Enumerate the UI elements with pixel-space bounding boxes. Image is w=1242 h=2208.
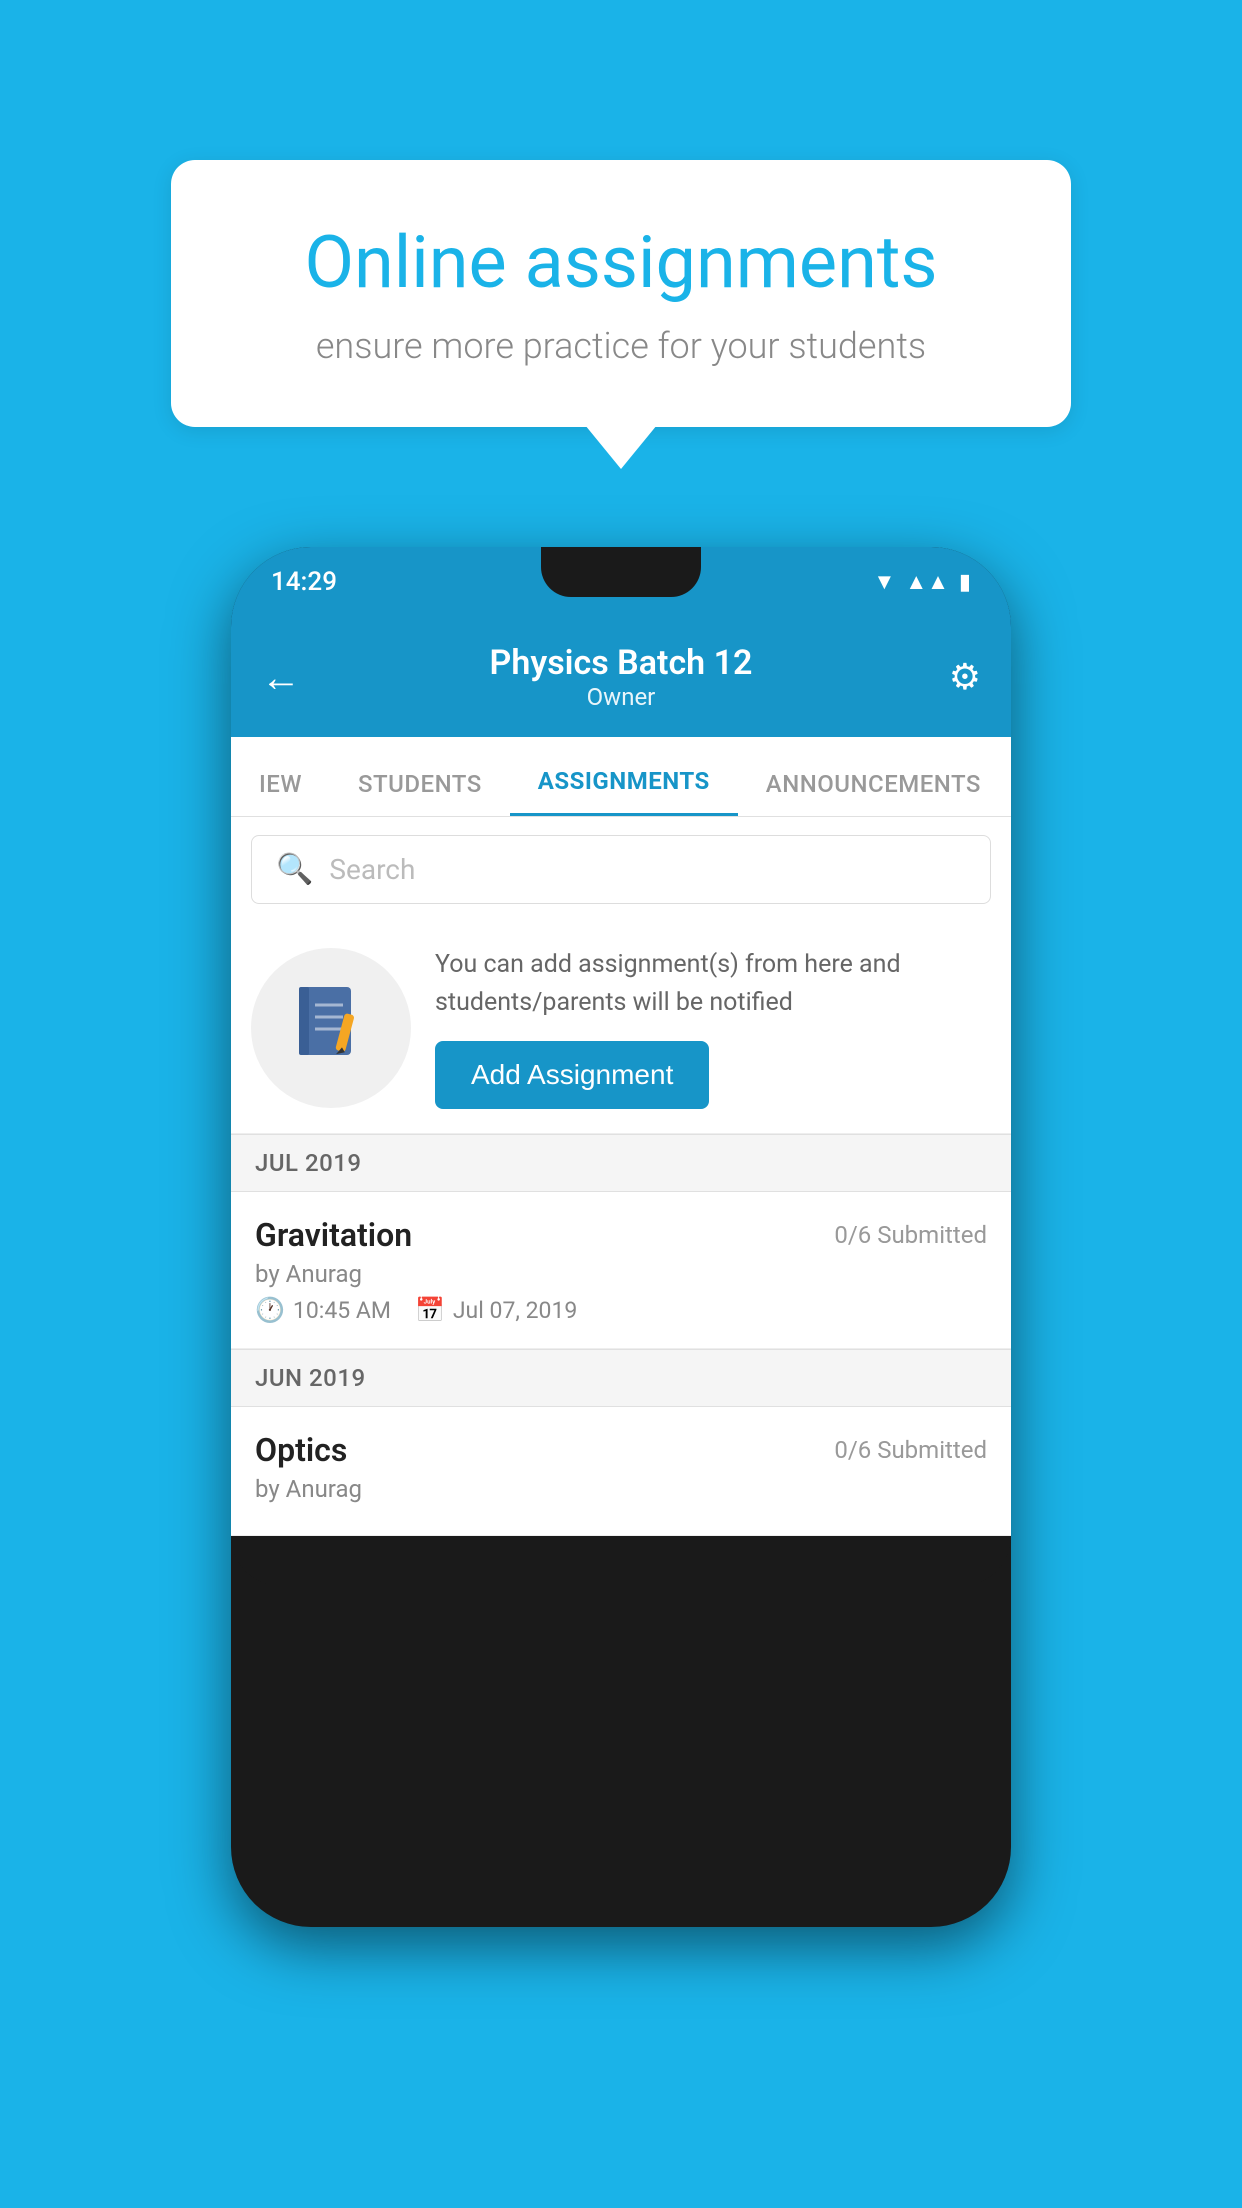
batch-subtitle: Owner xyxy=(490,683,753,711)
tab-assignments[interactable]: ASSIGNMENTS xyxy=(510,767,738,816)
notebook-icon xyxy=(291,983,371,1073)
battery-icon: ▮ xyxy=(959,570,971,595)
status-bar: 14:29 ▼ ▲▲ ▮ xyxy=(231,547,1011,617)
assignment-submitted-optics: 0/6 Submitted xyxy=(834,1436,987,1464)
promo-text-block: You can add assignment(s) from here and … xyxy=(435,946,991,1109)
tab-students[interactable]: STUDENTS xyxy=(330,770,510,816)
tab-announcements[interactable]: ANNOUNCEMENTS xyxy=(738,770,1009,816)
header-title-block: Physics Batch 12 Owner xyxy=(490,643,753,711)
phone-bottom xyxy=(231,1536,1011,1586)
search-icon: 🔍 xyxy=(276,852,313,887)
search-input-wrap[interactable]: 🔍 Search xyxy=(251,835,991,904)
phone-frame: 14:29 ▼ ▲▲ ▮ ← Physics Batch 12 Owner ⚙ … xyxy=(231,547,1011,1927)
assignment-author: by Anurag xyxy=(255,1260,987,1288)
assignment-item-gravitation[interactable]: Gravitation 0/6 Submitted by Anurag 🕐 10… xyxy=(231,1192,1011,1349)
assignment-title: Gravitation xyxy=(255,1216,412,1254)
month-separator-jul: JUL 2019 xyxy=(231,1134,1011,1192)
assignment-time: 🕐 10:45 AM xyxy=(255,1296,391,1324)
app-header: ← Physics Batch 12 Owner ⚙ xyxy=(231,617,1011,737)
assignment-submitted: 0/6 Submitted xyxy=(834,1221,987,1249)
clock-icon: 🕐 xyxy=(255,1296,285,1324)
tabs-bar: IEW STUDENTS ASSIGNMENTS ANNOUNCEMENTS xyxy=(231,737,1011,817)
speech-bubble-card: Online assignments ensure more practice … xyxy=(171,160,1071,427)
time-value: 10:45 AM xyxy=(293,1297,391,1324)
promo-description: You can add assignment(s) from here and … xyxy=(435,946,991,1021)
assignment-meta: 🕐 10:45 AM 📅 Jul 07, 2019 xyxy=(255,1296,987,1324)
signal-icon: ▲▲ xyxy=(905,569,949,595)
assignment-top-row: Gravitation 0/6 Submitted xyxy=(255,1216,987,1254)
phone-screen: IEW STUDENTS ASSIGNMENTS ANNOUNCEMENTS 🔍… xyxy=(231,737,1011,1536)
status-time: 14:29 xyxy=(271,567,337,597)
tab-iew[interactable]: IEW xyxy=(231,770,330,816)
assignment-top-row-optics: Optics 0/6 Submitted xyxy=(255,1431,987,1469)
phone-wrapper: 14:29 ▼ ▲▲ ▮ ← Physics Batch 12 Owner ⚙ … xyxy=(231,547,1011,1927)
bubble-subtitle: ensure more practice for your students xyxy=(241,325,1001,367)
date-value: Jul 07, 2019 xyxy=(453,1297,577,1324)
calendar-icon: 📅 xyxy=(415,1296,445,1324)
batch-title: Physics Batch 12 xyxy=(490,643,753,683)
status-icons: ▼ ▲▲ ▮ xyxy=(874,569,971,595)
assignment-title-optics: Optics xyxy=(255,1431,347,1469)
back-button[interactable]: ← xyxy=(261,654,301,701)
wifi-icon: ▼ xyxy=(874,569,896,595)
assignment-date: 📅 Jul 07, 2019 xyxy=(415,1296,577,1324)
bubble-title: Online assignments xyxy=(241,220,1001,305)
promo-icon-circle xyxy=(251,948,411,1108)
add-assignment-button[interactable]: Add Assignment xyxy=(435,1041,709,1109)
promo-block: You can add assignment(s) from here and … xyxy=(231,922,1011,1134)
assignment-author-optics: by Anurag xyxy=(255,1475,987,1503)
phone-notch xyxy=(541,547,701,597)
search-placeholder: Search xyxy=(329,853,415,886)
month-separator-jun: JUN 2019 xyxy=(231,1349,1011,1407)
search-bar: 🔍 Search xyxy=(231,817,1011,922)
settings-button[interactable]: ⚙ xyxy=(949,656,981,698)
assignment-item-optics[interactable]: Optics 0/6 Submitted by Anurag xyxy=(231,1407,1011,1536)
